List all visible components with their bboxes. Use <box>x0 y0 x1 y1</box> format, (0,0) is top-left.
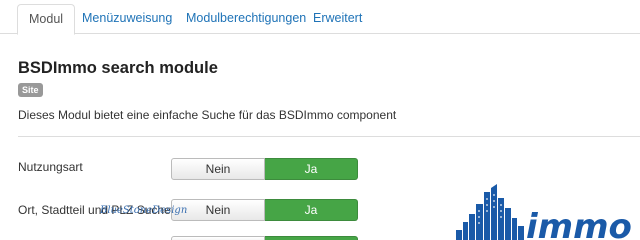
next-field-toggle <box>171 236 358 240</box>
logo-main-text: immo <box>526 207 632 240</box>
tab-modul[interactable]: Modul <box>17 4 76 35</box>
next-field-ja-button[interactable] <box>265 236 358 240</box>
tab-modulberechtigungen[interactable]: Modulberechtigungen <box>175 4 317 35</box>
tab-menuezuweisung[interactable]: Menüzuweisung <box>71 4 183 35</box>
ort-suche-ja-button[interactable]: Ja <box>265 199 358 221</box>
divider <box>18 136 640 137</box>
nutzungsart-label: Nutzungsart <box>18 160 83 174</box>
next-field-nein-button[interactable] <box>171 236 265 240</box>
site-badge: Site <box>18 83 43 97</box>
tab-bar: Modul Menüzuweisung Modulberechtigungen … <box>0 0 640 35</box>
module-description: Dieses Modul bietet eine einfache Suche … <box>18 108 397 122</box>
ort-suche-toggle: Nein Ja <box>171 199 358 221</box>
logo-script-text: BlueStoneDesign <box>100 205 188 216</box>
nutzungsart-ja-button[interactable]: Ja <box>265 158 358 180</box>
nutzungsart-toggle: Nein Ja <box>171 158 358 180</box>
tab-erweitert[interactable]: Erweitert <box>302 4 373 35</box>
nutzungsart-nein-button[interactable]: Nein <box>171 158 265 180</box>
module-title: BSDImmo search module <box>18 59 218 77</box>
skyline-logo-icon: immo <box>452 184 640 240</box>
